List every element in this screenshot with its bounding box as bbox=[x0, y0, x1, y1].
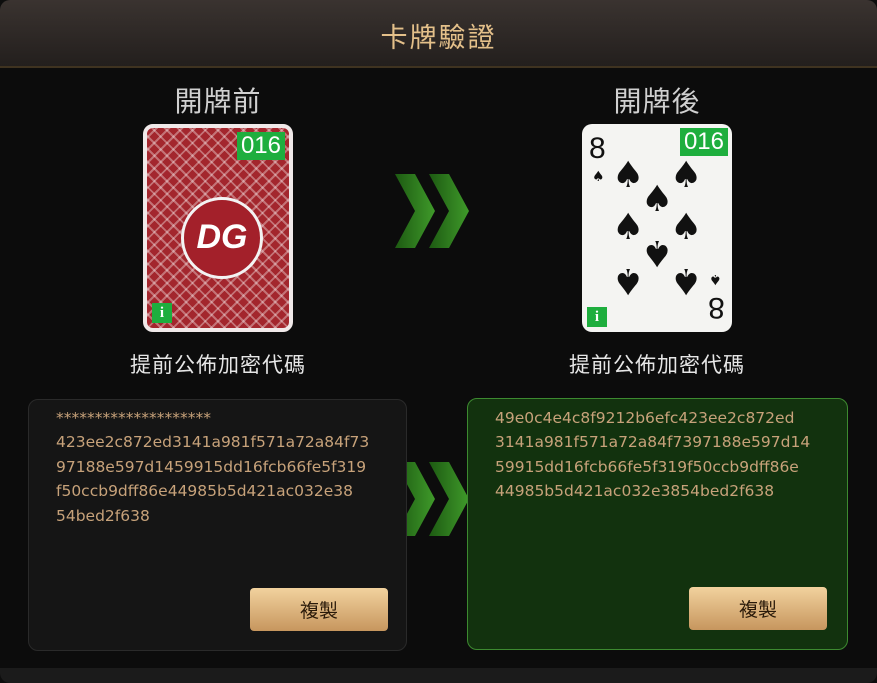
double-chevron-right-icon bbox=[395, 174, 469, 248]
bottom-strip bbox=[0, 668, 877, 683]
card-front-8-spades: 8 ♠ 016 ♠ ♠ ♠ ♠ ♠ ♠ ♠ ♠ ♠ 8 i bbox=[582, 124, 732, 332]
spade-icon: ♠ bbox=[612, 260, 645, 301]
spade-icon: ♠ bbox=[670, 260, 703, 301]
card-back: DG 016 i bbox=[143, 124, 293, 332]
encrypted-code-box-after: 49e0c4e4c8f9212b6efc423ee2c872ed 3141a98… bbox=[467, 398, 848, 650]
hash-line: f50ccb9dff86e44985b5d421ac032e38 bbox=[56, 482, 353, 500]
hash-line: 3141a981f571a72a84f7397188e597d14 bbox=[495, 433, 811, 451]
spade-icon: ♠ bbox=[612, 207, 645, 248]
card-verification-dialog: 卡牌驗證 開牌前 DG 016 i 提前公佈加密代碼 開牌後 8 ♠ 016 ♠… bbox=[0, 0, 877, 683]
after-heading: 開牌後 bbox=[613, 85, 701, 118]
info-icon[interactable]: i bbox=[587, 307, 607, 327]
spade-icon: ♠ bbox=[592, 169, 605, 185]
hash-line: 423ee2c872ed3141a981f571a72a84f73 bbox=[56, 433, 370, 451]
spade-icon: ♠ bbox=[612, 155, 645, 196]
hash-line: 44985b5d421ac032e3854bed2f638 bbox=[495, 482, 775, 500]
spade-icon: ♠ bbox=[641, 232, 674, 273]
card-rank-top: 8 bbox=[589, 132, 606, 165]
hash-line: ******************** bbox=[56, 409, 211, 427]
card-number-badge: 016 bbox=[236, 132, 285, 160]
before-heading: 開牌前 bbox=[174, 85, 262, 118]
spade-icon: ♠ bbox=[670, 155, 703, 196]
copy-button-before[interactable]: 複製 bbox=[250, 588, 388, 631]
hash-line: 59915dd16fcb66fe5f319f50ccb9dff86e bbox=[495, 458, 799, 476]
dialog-title: 卡牌驗證 bbox=[380, 23, 497, 54]
dg-logo: DG bbox=[181, 197, 263, 279]
spade-icon: ♠ bbox=[641, 179, 674, 220]
copy-button-after[interactable]: 複製 bbox=[689, 587, 827, 630]
hash-line: 97188e597d1459915dd16fcb66fe5f319 bbox=[56, 458, 367, 476]
info-icon[interactable]: i bbox=[152, 303, 172, 323]
dialog-titlebar: 卡牌驗證 bbox=[0, 0, 877, 68]
after-caption: 提前公佈加密代碼 bbox=[569, 353, 745, 377]
spade-icon: ♠ bbox=[670, 207, 703, 248]
encrypted-code-box-before: ******************** 423ee2c872ed3141a98… bbox=[28, 399, 407, 651]
card-number-badge: 016 bbox=[679, 128, 728, 156]
spade-icon: ♠ bbox=[709, 271, 722, 287]
card-rank-bottom: 8 bbox=[708, 291, 725, 324]
before-caption: 提前公佈加密代碼 bbox=[130, 353, 306, 377]
hash-line: 49e0c4e4c8f9212b6efc423ee2c872ed bbox=[495, 409, 795, 427]
hash-line: 54bed2f638 bbox=[56, 507, 150, 525]
